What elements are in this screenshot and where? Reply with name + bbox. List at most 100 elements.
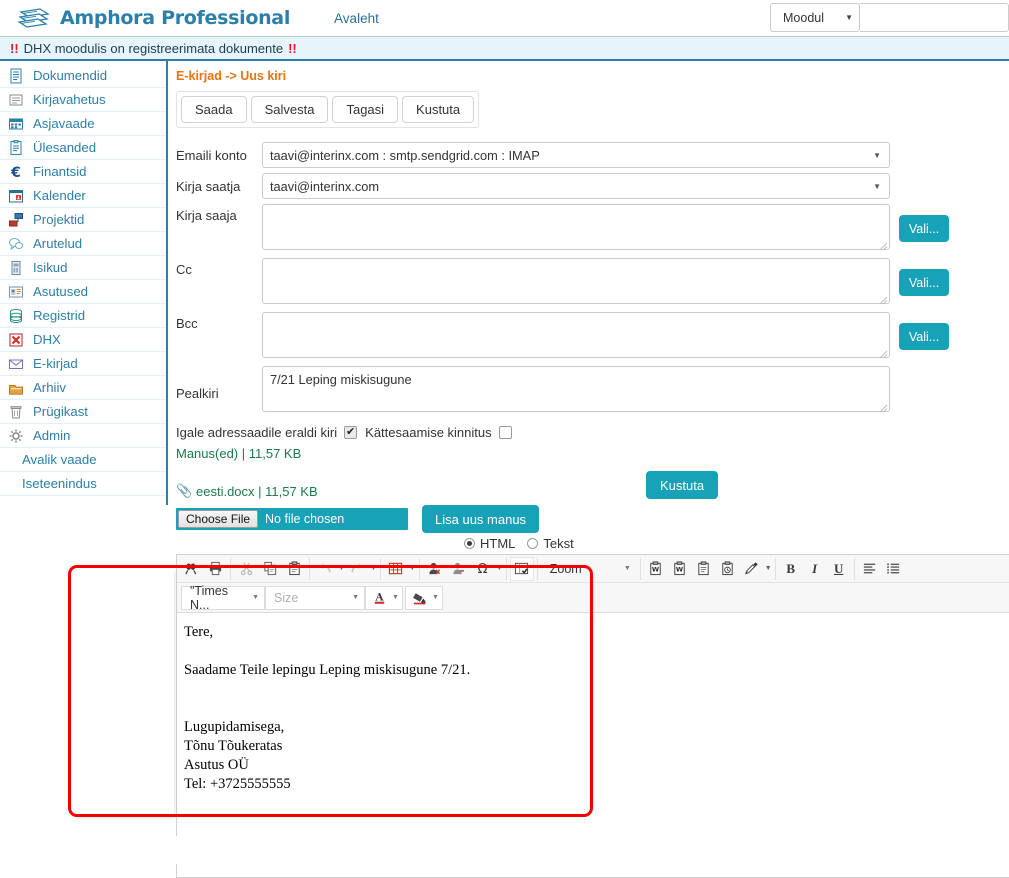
format-brush-icon[interactable] [740, 557, 764, 581]
sidebar-item-asutused[interactable]: Asutused [0, 280, 166, 304]
sidebar-item-isikud[interactable]: Isikud [0, 256, 166, 280]
sidebar-item-iseteenindus[interactable]: Iseteenindus [0, 472, 166, 496]
top-right-blank-field[interactable] [860, 3, 1009, 32]
table-icon[interactable] [384, 557, 408, 581]
cc-label: Cc [176, 262, 192, 277]
chevron-down-icon[interactable]: ▼ [370, 565, 377, 572]
back-button[interactable]: Tagasi [332, 96, 399, 123]
separate-mail-checkbox[interactable]: ✔ [344, 426, 358, 439]
sender-select[interactable]: taavi@interinx.com ▼ [262, 173, 890, 199]
chevron-down-icon[interactable]: ▼ [409, 565, 416, 572]
link-icon[interactable] [423, 557, 447, 581]
module-select[interactable]: Moodul ▼ [770, 3, 860, 32]
paste-from-word-icon[interactable]: W [644, 557, 668, 581]
email-account-select[interactable]: taavi@interinx.com : smtp.sendgrid.com :… [262, 142, 890, 168]
sidebar-item-admin[interactable]: Admin [0, 424, 166, 448]
sidebar-item-finantsid[interactable]: € Finantsid [0, 160, 166, 184]
receipt-label: Kättesaamise kinnitus [365, 425, 492, 440]
file-upload-row: Choose File No file chosen Lisa uus manu… [176, 505, 1009, 533]
mail-icon [8, 356, 24, 372]
sidebar-item-dokumendid[interactable]: Dokumendid [0, 64, 166, 88]
nav-home-link[interactable]: Avaleht [334, 11, 379, 26]
font-size-placeholder: Size [274, 590, 299, 605]
align-more-icon[interactable] [882, 557, 906, 581]
bold-icon[interactable]: B [779, 557, 803, 581]
special-char-icon[interactable]: Ω [471, 557, 495, 581]
paste-text-icon[interactable] [692, 557, 716, 581]
recipient-pick-button[interactable]: Vali... [899, 215, 949, 242]
sidebar-item-avalik-vaade[interactable]: Avalik vaade [0, 448, 166, 472]
cc-input[interactable] [262, 258, 890, 304]
subject-input[interactable] [262, 366, 890, 412]
euro-icon: € [8, 164, 24, 180]
sidebar-item-arhiiv[interactable]: Arhiiv [0, 376, 166, 400]
sidebar-item-label: Dokumendid [33, 68, 108, 83]
paste-from-word2-icon[interactable]: W [668, 557, 692, 581]
cut-icon[interactable] [234, 557, 258, 581]
send-button[interactable]: Saada [181, 96, 247, 123]
receipt-checkbox[interactable] [498, 426, 512, 439]
sidebar-item-registrid[interactable]: Registrid [0, 304, 166, 328]
chevron-down-icon[interactable]: ▼ [765, 565, 772, 572]
paste-icon[interactable] [282, 557, 306, 581]
paste-clock-icon[interactable] [716, 557, 740, 581]
save-button[interactable]: Salvesta [250, 96, 329, 123]
chevron-down-icon[interactable]: ▼ [338, 565, 345, 572]
editor-line: Tel: +3725555555 [184, 776, 291, 792]
unlink-icon[interactable] [447, 557, 471, 581]
align-left-icon[interactable] [858, 557, 882, 581]
sidebar-item-dhx[interactable]: DHX [0, 328, 166, 352]
recipient-row: Kirja saaja Vali... [174, 204, 1009, 253]
chevron-down-icon: ▼ [845, 13, 853, 22]
text-color-icon[interactable]: A ▼ [365, 585, 403, 610]
zoom-select[interactable]: Zoom ▼ [541, 557, 637, 581]
cc-pick-button[interactable]: Vali... [899, 269, 949, 296]
undo-icon[interactable] [313, 557, 337, 581]
sidebar-item--lesanded[interactable]: Ülesanded [0, 136, 166, 160]
bcc-pick-button[interactable]: Vali... [899, 323, 949, 350]
choose-file-button[interactable]: Choose File [178, 510, 259, 528]
brand-name: Amphora Professional [60, 7, 291, 29]
editor-left-panel [70, 567, 174, 815]
brand-logo[interactable]: Amphora Professional [17, 6, 291, 30]
paperclip-icon: 📎 [176, 483, 193, 498]
italic-icon[interactable]: I [803, 557, 827, 581]
chevron-down-icon: ▼ [873, 150, 881, 160]
sidebar-item-arutelud[interactable]: Arutelud [0, 232, 166, 256]
attachment-item: 📎 eesti.docx | 11,57 KB Kustuta [176, 471, 1009, 499]
attachment-delete-button[interactable]: Kustuta [646, 471, 719, 499]
html-radio-group[interactable]: HTML [464, 536, 515, 551]
recipient-input[interactable] [262, 204, 890, 250]
text-radio[interactable] [527, 538, 539, 549]
no-file-chosen-text: No file chosen [265, 512, 345, 526]
sidebar-item-pr-gikast[interactable]: Prügikast [0, 400, 166, 424]
print-icon[interactable] [203, 557, 227, 581]
underline-icon[interactable]: U [827, 557, 851, 581]
file-input[interactable]: Choose File No file chosen [176, 508, 408, 530]
editor-toolbar-row-2: "Times N... ▼ Size ▼ A ▼ ▼ [177, 583, 1009, 613]
html-radio[interactable] [464, 538, 475, 549]
redo-icon[interactable] [345, 557, 369, 581]
font-size-select[interactable]: Size ▼ [265, 585, 365, 610]
bcc-input[interactable] [262, 312, 890, 358]
delete-button[interactable]: Kustuta [402, 96, 475, 123]
copy-icon[interactable] [258, 557, 282, 581]
sidebar-item-kalender[interactable]: Kalender [0, 184, 166, 208]
chevron-down-icon: ▼ [623, 565, 631, 572]
chevron-down-icon: ▼ [873, 181, 881, 191]
find-icon[interactable] [179, 557, 203, 581]
form-icon[interactable] [509, 556, 534, 581]
add-attachment-button[interactable]: Lisa uus manus [422, 505, 540, 533]
bcc-row: Bcc Vali... [174, 312, 1009, 361]
sidebar-item-e-kirjad[interactable]: E-kirjad [0, 352, 166, 376]
attachment-file-name[interactable]: eesti.docx | 11,57 KB [196, 484, 318, 499]
editor-blank-line [184, 642, 1007, 661]
top-bar: Amphora Professional Avaleht Moodul ▼ [0, 0, 1009, 36]
text-radio-group[interactable]: Tekst [527, 536, 574, 551]
sidebar-item-asjavaade[interactable]: Asjavaade [0, 112, 166, 136]
font-family-select[interactable]: "Times N... ▼ [181, 584, 265, 612]
sidebar-item-kirjavahetus[interactable]: Kirjavahetus [0, 88, 166, 112]
background-color-icon[interactable]: ▼ [404, 585, 443, 610]
sidebar-item-projektid[interactable]: Projektid [0, 208, 166, 232]
chevron-down-icon[interactable]: ▼ [496, 565, 503, 572]
